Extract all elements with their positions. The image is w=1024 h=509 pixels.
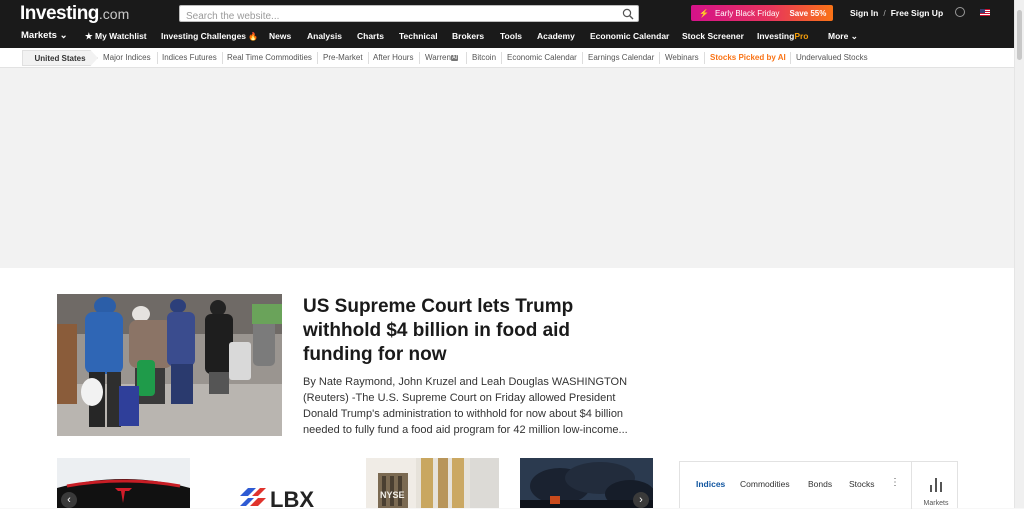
thumb-lbx[interactable]: LBX xyxy=(212,458,345,508)
ad-placeholder xyxy=(0,68,1014,268)
nav-markets-label: Markets xyxy=(21,30,57,41)
subnav-divider xyxy=(501,52,502,64)
subnav-indices-futures[interactable]: Indices Futures xyxy=(162,53,217,62)
subnav-bitcoin[interactable]: Bitcoin xyxy=(472,53,496,62)
nav-stock-screener[interactable]: Stock Screener xyxy=(682,31,744,41)
subnav-divider xyxy=(368,52,369,64)
subnav-divider xyxy=(157,52,158,64)
auth-separator: / xyxy=(883,8,886,18)
article-summary[interactable]: By Nate Raymond, John Kruzel and Leah Do… xyxy=(303,374,648,438)
nav-technical[interactable]: Technical xyxy=(399,31,438,41)
search-icon[interactable] xyxy=(622,8,634,20)
site-logo[interactable]: Investing.com xyxy=(20,3,129,25)
tab-bonds[interactable]: Bonds xyxy=(808,479,832,489)
nav-analysis[interactable]: Analysis xyxy=(307,31,342,41)
chevron-right-icon: › xyxy=(639,494,643,506)
subnav-divider xyxy=(419,52,420,64)
subnav-divider xyxy=(582,52,583,64)
star-icon: ★ xyxy=(85,31,93,41)
page-scrollbar[interactable] xyxy=(1014,0,1024,508)
search-box xyxy=(179,5,639,24)
scrollbar-thumb[interactable] xyxy=(1017,10,1022,60)
nav-investing-pro[interactable]: InvestingPro xyxy=(757,31,808,41)
more-options-icon[interactable]: ⋮ xyxy=(890,477,900,488)
chevron-down-icon: ⌄ xyxy=(59,30,68,41)
nav-watchlist-label: My Watchlist xyxy=(95,31,147,41)
subnav-major-indices[interactable]: Major Indices xyxy=(103,53,151,62)
carousel-next-button[interactable]: › xyxy=(633,492,649,508)
nav-economic-calendar[interactable]: Economic Calendar xyxy=(590,31,669,41)
subnav-undervalued-stocks[interactable]: Undervalued Stocks xyxy=(796,53,868,62)
nav-academy[interactable]: Academy xyxy=(537,31,575,41)
subnav-earnings-calendar[interactable]: Earnings Calendar xyxy=(588,53,654,62)
tab-commodities[interactable]: Commodities xyxy=(740,479,790,489)
nav-watchlist[interactable]: ★ My Watchlist xyxy=(85,31,147,42)
tab-stocks[interactable]: Stocks xyxy=(849,479,875,489)
food-line-photo xyxy=(57,294,282,436)
sign-in-link[interactable]: Sign In xyxy=(850,8,878,18)
nav-tools[interactable]: Tools xyxy=(500,31,522,41)
search-input[interactable] xyxy=(180,9,600,24)
main-nav: Markets ⌄ ★ My Watchlist Investing Chall… xyxy=(0,28,1024,48)
nav-markets[interactable]: Markets ⌄ xyxy=(21,30,68,41)
subnav-divider xyxy=(659,52,660,64)
nav-news[interactable]: News xyxy=(269,31,291,41)
subnav-divider xyxy=(704,52,705,64)
flame-icon: 🔥 xyxy=(248,32,259,41)
top-header: Investing.com ⚡ Early Black Friday Save … xyxy=(0,0,1024,48)
chevron-down-icon: ⌄ xyxy=(850,31,858,41)
nav-investing-pro-a: Investing xyxy=(757,31,795,41)
markets-label: Markets xyxy=(923,500,949,507)
subnav-divider xyxy=(222,52,223,64)
ai-badge: AI xyxy=(450,55,459,61)
nav-more[interactable]: More ⌄ xyxy=(828,31,858,42)
clock-icon[interactable] xyxy=(955,7,965,17)
nav-investing-pro-b: Pro xyxy=(794,31,809,41)
subnav-real-time-commodities[interactable]: Real Time Commodities xyxy=(227,53,312,62)
lightning-icon: ⚡ xyxy=(699,8,709,18)
promo-button[interactable]: ⚡ Early Black Friday Save 55% xyxy=(691,5,833,21)
logo-suffix: .com xyxy=(98,6,130,22)
subnav-after-hours[interactable]: After Hours xyxy=(373,53,413,62)
article-headline[interactable]: US Supreme Court lets Trump withhold $4 … xyxy=(303,295,633,367)
subnav-warren[interactable]: WarrenAI xyxy=(425,53,459,62)
subnav-divider xyxy=(466,52,467,64)
chevron-left-icon: ‹ xyxy=(67,494,71,506)
markets-button[interactable]: Markets xyxy=(911,462,959,509)
subnav-divider xyxy=(790,52,791,64)
lbx-text: LBX xyxy=(270,487,314,508)
nav-challenges-label: Investing Challenges xyxy=(161,31,247,41)
nav-challenges[interactable]: Investing Challenges 🔥 xyxy=(161,31,258,41)
bar-chart-icon xyxy=(930,478,942,492)
subnav-economic-calendar[interactable]: Economic Calendar xyxy=(507,53,577,62)
subnav-warren-label: Warren xyxy=(425,53,451,62)
region-selector[interactable]: United States xyxy=(22,50,98,66)
auth-links: Sign In / Free Sign Up xyxy=(850,8,943,18)
us-flag-icon[interactable] xyxy=(980,9,990,16)
article-image[interactable] xyxy=(57,294,282,436)
thumb-nyse[interactable]: NYSE xyxy=(366,458,499,508)
subnav-pre-market[interactable]: Pre-Market xyxy=(323,53,363,62)
subnav-stocks-picked-by-ai[interactable]: Stocks Picked by AI xyxy=(710,53,786,62)
subnav-divider xyxy=(317,52,318,64)
nyse-photo: NYSE xyxy=(366,458,499,508)
nav-charts[interactable]: Charts xyxy=(357,31,384,41)
tab-indices[interactable]: Indices xyxy=(696,479,725,489)
subnav-webinars[interactable]: Webinars xyxy=(665,53,699,62)
markets-widget: Indices Commodities Bonds Stocks ⋮ Marke… xyxy=(679,461,959,509)
sub-nav: United States Major Indices Indices Futu… xyxy=(0,48,1024,68)
free-sign-up-link[interactable]: Free Sign Up xyxy=(891,8,943,18)
logo-main: Investing xyxy=(20,3,99,24)
nav-brokers[interactable]: Brokers xyxy=(452,31,484,41)
carousel-prev-button[interactable]: ‹ xyxy=(61,492,77,508)
promo-save: Save 55% xyxy=(789,8,827,18)
lbx-logo-image: LBX xyxy=(212,458,345,508)
promo-label: Early Black Friday xyxy=(714,8,780,18)
nyse-text: NYSE xyxy=(380,490,405,500)
nav-more-label: More xyxy=(828,31,849,41)
